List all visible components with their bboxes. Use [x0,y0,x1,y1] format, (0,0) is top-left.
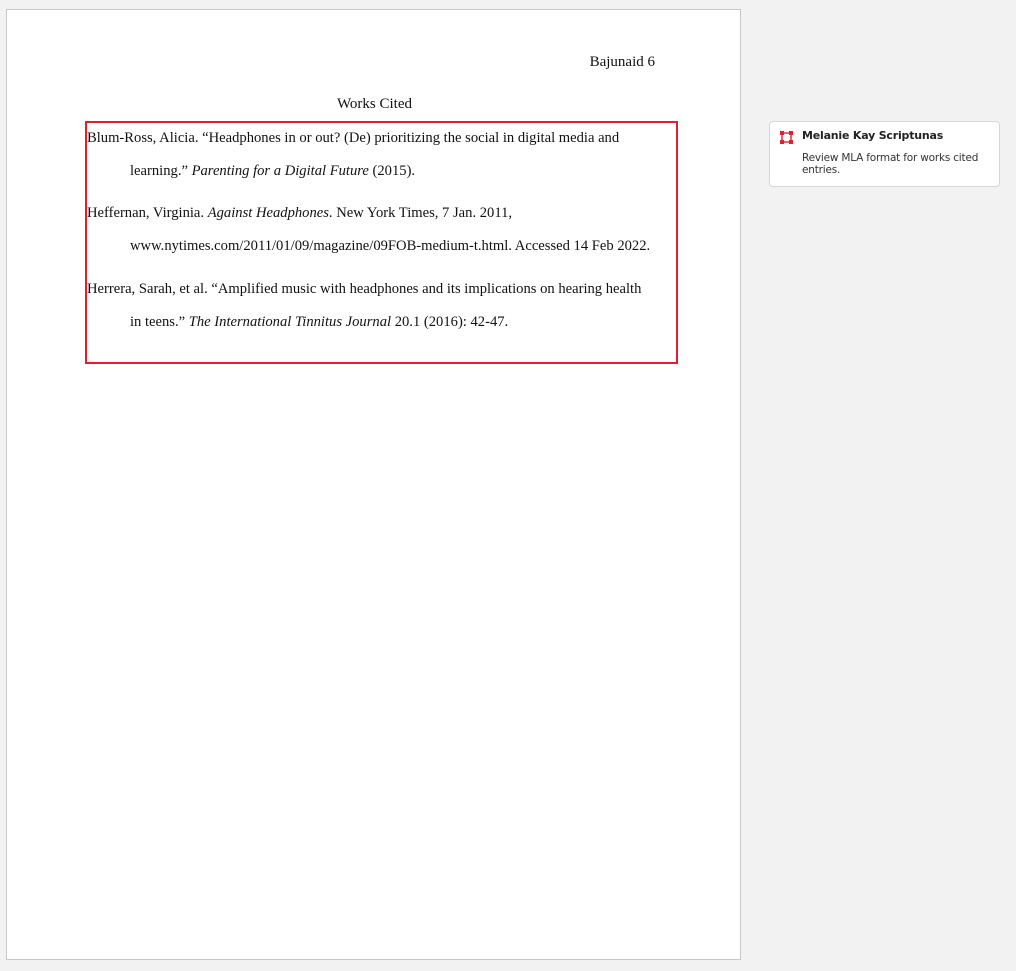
running-head: Bajunaid 6 [589,54,655,70]
citation-title-italic: The International Tinnitus Journal [188,314,392,330]
comment-text: Review MLA format for works cited entrie… [802,152,979,176]
citation-text: Heffernan, Virginia. [87,205,208,221]
area-annotation-icon [780,131,793,144]
citation-line: learning.” Parenting for a Digital Futur… [87,155,667,188]
citation-text: learning.” [130,163,192,179]
citation-line: Blum-Ross, Alicia. “Headphones in or out… [87,130,620,146]
comment-author: Melanie Kay Scriptunas [802,129,944,142]
citation-title-italic: Against Headphones [207,205,329,221]
comment-card[interactable]: Melanie Kay Scriptunas Review MLA format… [769,121,1000,187]
citation-entry-1: Blum-Ross, Alicia. “Headphones in or out… [87,122,667,188]
citation-text: . New York Times, 7 Jan. 2011, [328,205,513,221]
citation-entry-2: Heffernan, Virginia. Against Headphones.… [87,197,667,263]
citation-text: 20.1 (2016): 42-47. [391,314,509,330]
citation-line: www.nytimes.com/2011/01/09/magazine/09FO… [130,238,651,254]
citation-text: (2015). [368,163,416,179]
citation-entry-3: Herrera, Sarah, et al. “Amplified music … [87,273,667,339]
citation-line: in teens.” The International Tinnitus Jo… [87,306,667,339]
citation-title-italic: Parenting for a Digital Future [191,163,369,179]
citation-line: Heffernan, Virginia. Against Headphones.… [87,197,667,230]
citation-line: Herrera, Sarah, et al. “Amplified music … [87,281,642,297]
citation-text: in teens.” [130,314,189,330]
works-cited-title: Works Cited [336,96,413,112]
